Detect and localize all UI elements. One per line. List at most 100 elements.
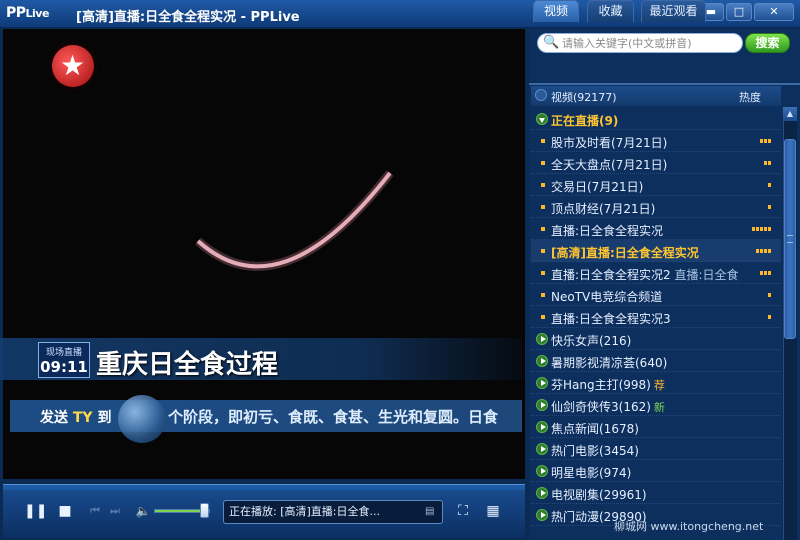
expand-icon [536, 465, 548, 477]
expand-icon [536, 443, 548, 455]
now-playing-display: 正在播放: [高清]直播:日全食... [223, 500, 443, 524]
next-button[interactable]: ⏭ [104, 500, 126, 522]
tab-underline [529, 83, 800, 85]
channel-title: [高清]直播:日全食全程实况 [551, 246, 699, 260]
channel-subtitle: 直播:日全食 [674, 268, 739, 282]
station-logo: ★ [52, 45, 94, 87]
expand-icon [536, 333, 548, 345]
channel-item[interactable]: 直播:日全食全程实况 [531, 218, 781, 240]
onair-label: 现场直播 [45, 348, 82, 358]
channel-item[interactable]: [高清]直播:日全食全程实况 [531, 240, 781, 262]
channel-item[interactable]: 直播:日全食全程实况3 [531, 306, 781, 328]
now-playing-title: [高清]直播:日全食... [280, 505, 380, 518]
expand-icon [536, 421, 548, 433]
bullet-icon [541, 161, 545, 165]
sort-by-heat[interactable]: 热度 [739, 89, 761, 105]
heat-bar [764, 227, 767, 231]
watermark: 柳城网 www.itongcheng.net [614, 520, 764, 533]
bullet-icon [541, 249, 545, 253]
maximize-button[interactable]: □ [726, 3, 752, 21]
heat-bar [760, 271, 763, 275]
group-item[interactable]: 暑期影视清凉荟(640) [531, 350, 781, 372]
channel-title: 股市及时看(7月21日) [551, 136, 668, 150]
channel-item[interactable]: 股市及时看(7月21日) [531, 130, 781, 152]
search-icon: 🔍 [543, 35, 560, 50]
group-live[interactable]: 正在直播(9) [531, 108, 781, 130]
tab-favorites[interactable]: 收藏 [587, 0, 634, 22]
heat-bar [768, 249, 771, 253]
group-item[interactable]: 芬Hang主打(998) 荐 [531, 372, 781, 394]
search-input[interactable] [562, 36, 742, 51]
group-title: 电视剧集(29961) [551, 488, 647, 502]
list-header-title: 视频(92177) [551, 91, 617, 104]
playlist-menu-icon[interactable]: ▤ [425, 506, 435, 518]
channel-title: 直播:日全食全程实况2 直播:日全食 [551, 268, 739, 282]
heat-bar [764, 271, 767, 275]
group-title: 快乐女声(216) [551, 334, 632, 348]
video-category-icon [535, 89, 547, 101]
heat-indicator [760, 139, 771, 143]
heat-bar [756, 227, 759, 231]
fullscreen-icon: ▦ [486, 503, 500, 519]
previous-button[interactable]: ⏮ [84, 500, 106, 522]
expand-icon [536, 377, 548, 389]
group-item[interactable]: 焦点新闻(1678) [531, 416, 781, 438]
heat-bar [768, 161, 771, 165]
pause-button[interactable]: ❚❚ [24, 500, 48, 522]
channel-item[interactable]: NeoTV电竞综合频道 [531, 284, 781, 306]
heat-indicator [768, 205, 771, 209]
channel-title: NeoTV电竞综合频道 [551, 290, 663, 304]
heat-bar [768, 139, 771, 143]
channel-title: 顶点财经(7月21日) [551, 202, 656, 216]
channel-item[interactable]: 交易日(7月21日) [531, 174, 781, 196]
group-item[interactable]: 明星电影(974) [531, 460, 781, 482]
heat-indicator [760, 271, 771, 275]
heat-indicator [768, 183, 771, 187]
group-title: 正在直播(9) [551, 114, 619, 128]
eclipse-crescent [194, 170, 394, 271]
heat-indicator [752, 227, 771, 231]
channel-title: 直播:日全食全程实况 [551, 224, 664, 238]
bullet-icon [541, 315, 545, 319]
group-title: 仙剑奇侠传3(162) 新 [551, 400, 665, 414]
group-item[interactable]: 电视剧集(29961) [531, 482, 781, 504]
tab-video[interactable]: 视频 [533, 0, 579, 22]
scroll-up-button[interactable]: ▲ [783, 107, 797, 121]
heat-indicator [768, 293, 771, 297]
globe-graphic [118, 395, 166, 443]
heat-bar [760, 249, 763, 253]
bullet-icon [541, 227, 545, 231]
channel-item[interactable]: 直播:日全食全程实况2 直播:日全食 [531, 262, 781, 284]
heat-indicator [764, 161, 771, 165]
search-button[interactable]: 搜索 [745, 33, 790, 53]
tab-recent[interactable]: 最近观看 [641, 0, 706, 22]
bullet-icon [541, 205, 545, 209]
news-ticker: 发送 TY 到 个阶段，即初亏、食既、食甚、生光和复圆。日食 [10, 400, 522, 432]
mute-button[interactable]: 🔈 [132, 500, 154, 522]
group-item[interactable]: 仙剑奇侠传3(162) 新 [531, 394, 781, 416]
group-title: 明星电影(974) [551, 466, 632, 480]
volume-knob[interactable] [200, 503, 209, 518]
channel-item[interactable]: 全天大盘点(7月21日) [531, 152, 781, 174]
heat-bar [768, 293, 771, 297]
expand-icon [536, 113, 548, 125]
fullscreen-button[interactable]: ▦ [482, 500, 504, 522]
previous-icon: ⏮ [90, 504, 100, 517]
seek-bar[interactable] [3, 484, 525, 490]
bullet-icon [541, 293, 545, 297]
heat-bar [764, 139, 767, 143]
pause-icon: ❚❚ [24, 503, 48, 519]
group-item[interactable]: 快乐女声(216) [531, 328, 781, 350]
heat-bar [760, 227, 763, 231]
group-item[interactable]: 热门电影(3454) [531, 438, 781, 460]
heat-bar [768, 315, 771, 319]
heat-bar [768, 227, 771, 231]
bullet-icon [541, 271, 545, 275]
channel-item[interactable]: 顶点财经(7月21日) [531, 196, 781, 218]
ticker-send-label: 发送 TY 到 [40, 410, 112, 426]
fit-window-button[interactable]: ⛶ [452, 500, 474, 522]
stop-button[interactable]: ■ [54, 500, 76, 522]
heat-bar [756, 249, 759, 253]
close-button[interactable]: ✕ [754, 3, 794, 21]
heat-bar [764, 161, 767, 165]
